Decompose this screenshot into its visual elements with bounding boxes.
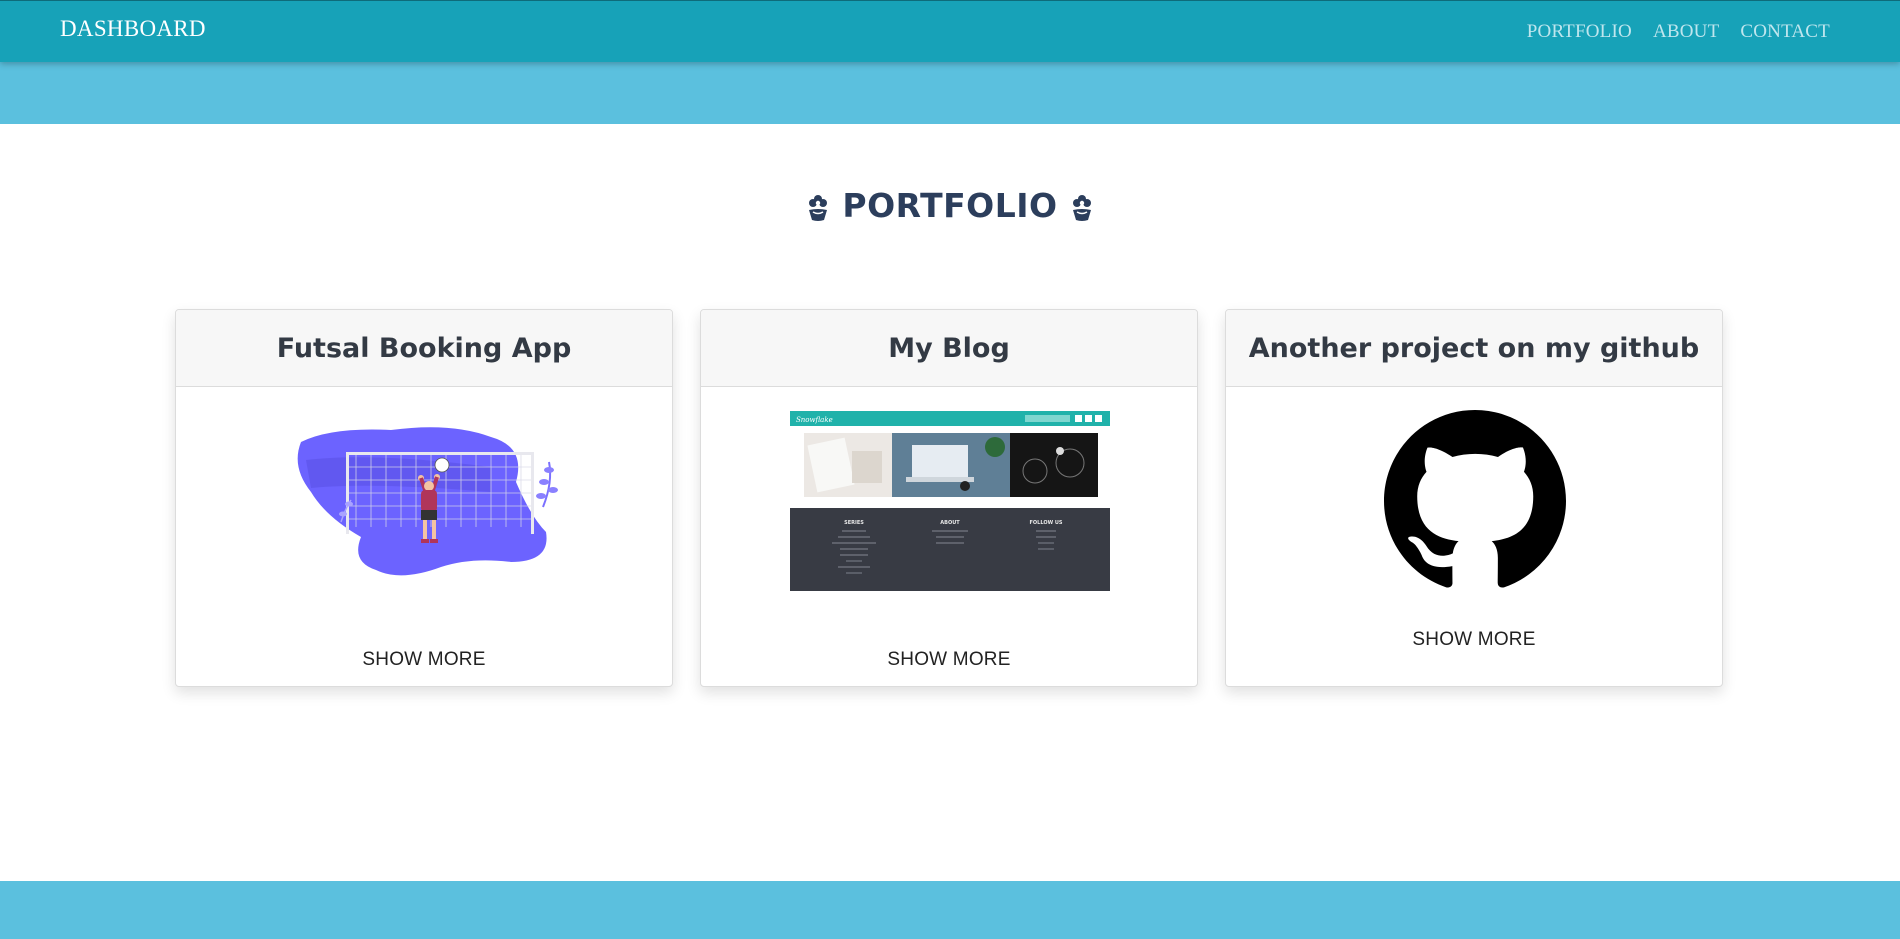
flower-icon bbox=[1072, 194, 1091, 221]
card-header: Another project on my github bbox=[1226, 310, 1722, 387]
nav-links: PORTFOLIO ABOUT CONTACT bbox=[1527, 21, 1830, 43]
project-card-blog: My Blog Snowflake SERIES ABOUT FOLLOW US bbox=[700, 309, 1198, 687]
nav-link-about[interactable]: ABOUT bbox=[1653, 21, 1719, 43]
card-title: My Blog bbox=[888, 332, 1010, 364]
portfolio-heading: PORTFOLIO bbox=[0, 186, 1900, 225]
card-header: Futsal Booking App bbox=[176, 310, 672, 387]
top-navbar: DASHBOARD PORTFOLIO ABOUT CONTACT bbox=[0, 0, 1900, 62]
nav-link-portfolio[interactable]: PORTFOLIO bbox=[1527, 21, 1632, 43]
github-icon bbox=[1384, 410, 1566, 588]
project-card-futsal: Futsal Booking App SHOW MORE bbox=[175, 309, 673, 687]
nav-link-contact[interactable]: CONTACT bbox=[1740, 21, 1830, 43]
footer-band bbox=[0, 881, 1900, 939]
show-more-button[interactable]: SHOW MORE bbox=[1226, 629, 1722, 651]
brand-link[interactable]: DASHBOARD bbox=[60, 16, 206, 42]
flower-icon bbox=[809, 194, 828, 221]
blog-screenshot-thumbnail: Snowflake SERIES ABOUT FOLLOW US bbox=[790, 411, 1110, 591]
project-card-github: Another project on my github SHOW MORE bbox=[1225, 309, 1723, 687]
show-more-button[interactable]: SHOW MORE bbox=[701, 649, 1197, 671]
card-header: My Blog bbox=[701, 310, 1197, 387]
thumbnail-footer-heading: SERIES bbox=[844, 520, 864, 526]
thumbnail-footer-heading: FOLLOW US bbox=[1029, 520, 1062, 526]
page-title: PORTFOLIO bbox=[842, 186, 1058, 225]
card-title: Futsal Booking App bbox=[276, 332, 572, 364]
thumbnail-footer-heading: ABOUT bbox=[940, 520, 960, 526]
hero-band bbox=[0, 62, 1900, 124]
card-title: Another project on my github bbox=[1248, 332, 1700, 364]
thumbnail-logo: Snowflake bbox=[796, 416, 833, 424]
show-more-button[interactable]: SHOW MORE bbox=[176, 649, 672, 671]
goalkeeper-illustration bbox=[297, 427, 558, 576]
